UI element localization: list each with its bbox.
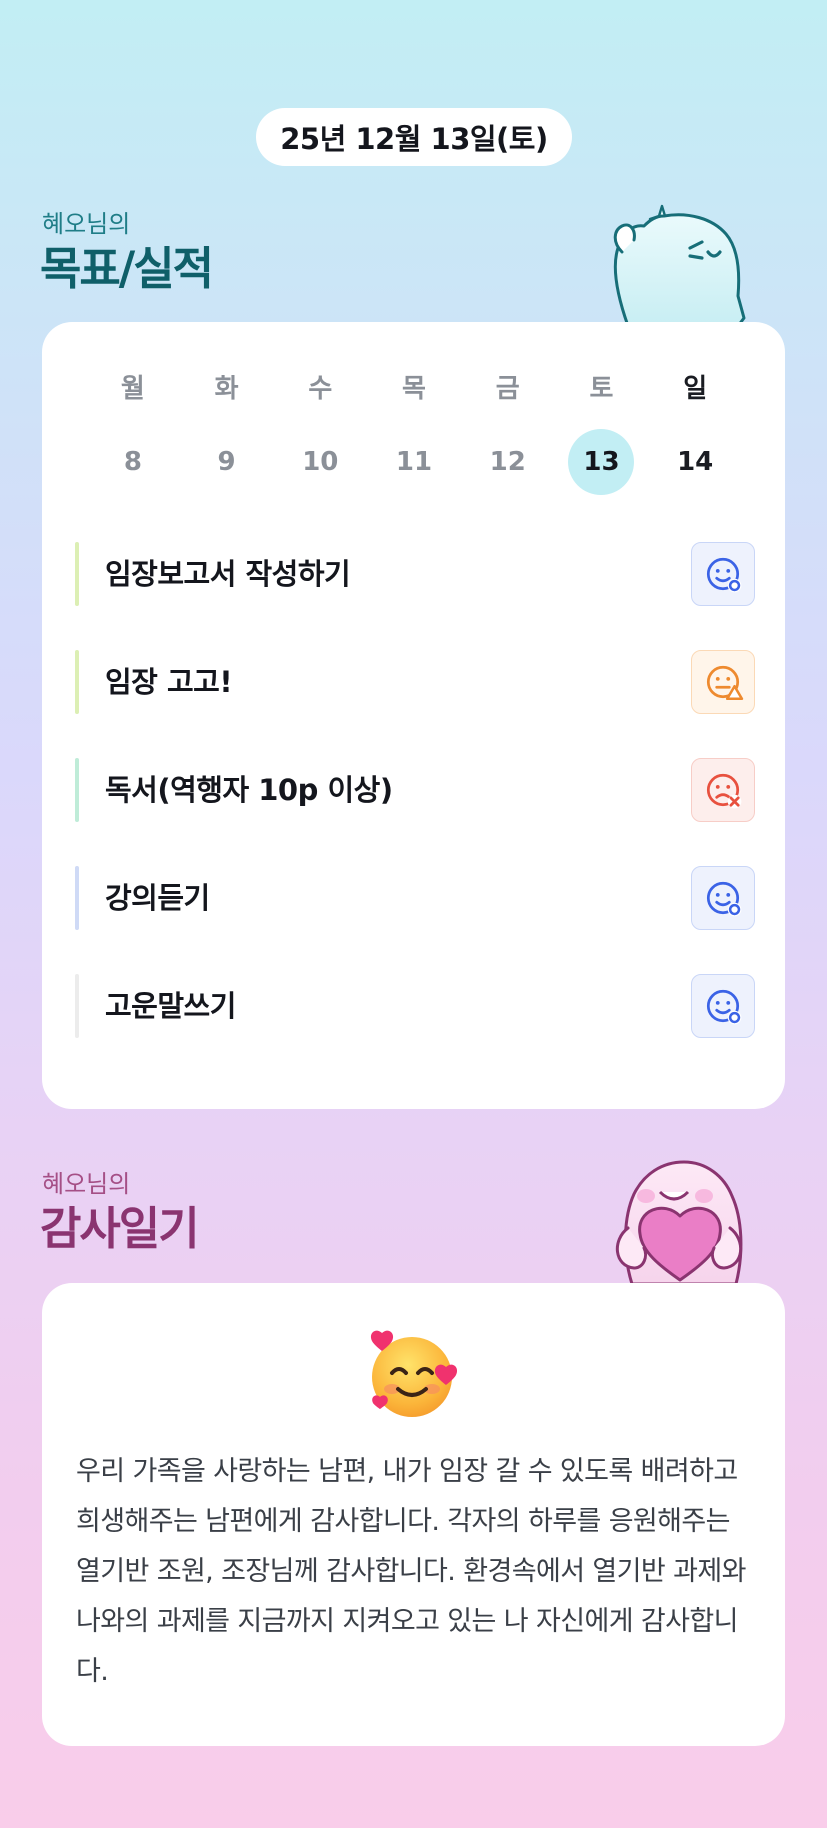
date-cell[interactable]: 14 (662, 429, 728, 495)
weekday-tue: 화 (214, 373, 239, 404)
task-item[interactable]: 강의듣기 (75, 866, 755, 930)
date-label: 25년 12월 13일(토) (280, 122, 548, 156)
smile-check-icon (706, 557, 742, 593)
date-cell[interactable]: 8 (100, 429, 166, 495)
task-item[interactable]: 독서(역행자 10p 이상) (75, 758, 755, 822)
smile-warning-icon (706, 665, 744, 701)
task-list: 임장보고서 작성하기 임장 고고! 독서(역행자 10p 이상) 강의듣기 고운… (75, 542, 755, 1082)
smile-check-icon (706, 989, 742, 1025)
smiling-face-with-hearts-icon (366, 1325, 462, 1421)
task-color-bar (75, 866, 79, 930)
weekday-wed: 수 (308, 373, 333, 404)
smile-check-icon (706, 881, 742, 917)
mascot-cheer-icon (613, 204, 746, 326)
date-cell[interactable]: 11 (381, 429, 447, 495)
task-item[interactable]: 고운말쓰기 (75, 974, 755, 1038)
date-cell[interactable]: 12 (475, 429, 541, 495)
date-cell[interactable]: 10 (287, 429, 353, 495)
goals-card: 월 화 수 목 금 토 일 8 9 10 11 12 13 14 임장보고서 작… (42, 322, 785, 1109)
weekday-sun: 일 (683, 373, 708, 404)
weekday-fri: 금 (495, 373, 520, 404)
date-row: 8 9 10 11 12 13 14 (86, 429, 742, 495)
task-item[interactable]: 임장보고서 작성하기 (75, 542, 755, 606)
task-status-button[interactable] (691, 758, 755, 822)
diary-text: 우리 가족을 사랑하는 남편, 내가 임장 갈 수 있도록 배려하고 희생해주는… (76, 1456, 746, 1687)
task-status-button[interactable] (691, 650, 755, 714)
task-color-bar (75, 650, 79, 714)
mascot-heart-icon (615, 1160, 743, 1284)
task-status-button[interactable] (691, 866, 755, 930)
weekday-thu: 목 (402, 373, 426, 404)
weekday-sat: 토 (589, 373, 614, 404)
weekday-row: 월 화 수 목 금 토 일 (86, 364, 742, 408)
task-label: 임장보고서 작성하기 (105, 557, 351, 591)
date-cell-selected[interactable]: 13 (568, 429, 635, 495)
task-status-button[interactable] (691, 974, 755, 1038)
task-label: 강의듣기 (105, 881, 210, 915)
task-color-bar (75, 974, 79, 1038)
task-color-bar (75, 758, 79, 822)
task-label: 임장 고고! (105, 665, 233, 699)
sad-x-icon (706, 773, 742, 809)
task-label: 독서(역행자 10p 이상) (105, 773, 393, 807)
weekday-mon: 월 (120, 373, 145, 404)
task-label: 고운말쓰기 (105, 989, 236, 1023)
date-cell[interactable]: 9 (194, 429, 260, 495)
goals-title: 목표/실적 (40, 242, 214, 295)
task-color-bar (75, 542, 79, 606)
task-status-button[interactable] (691, 542, 755, 606)
date-pill: 25년 12월 13일(토) (256, 108, 572, 166)
diary-title: 감사일기 (40, 1202, 200, 1255)
diary-card: 우리 가족을 사랑하는 남편, 내가 임장 갈 수 있도록 배려하고 희생해주는… (42, 1283, 785, 1746)
task-item[interactable]: 임장 고고! (75, 650, 755, 714)
